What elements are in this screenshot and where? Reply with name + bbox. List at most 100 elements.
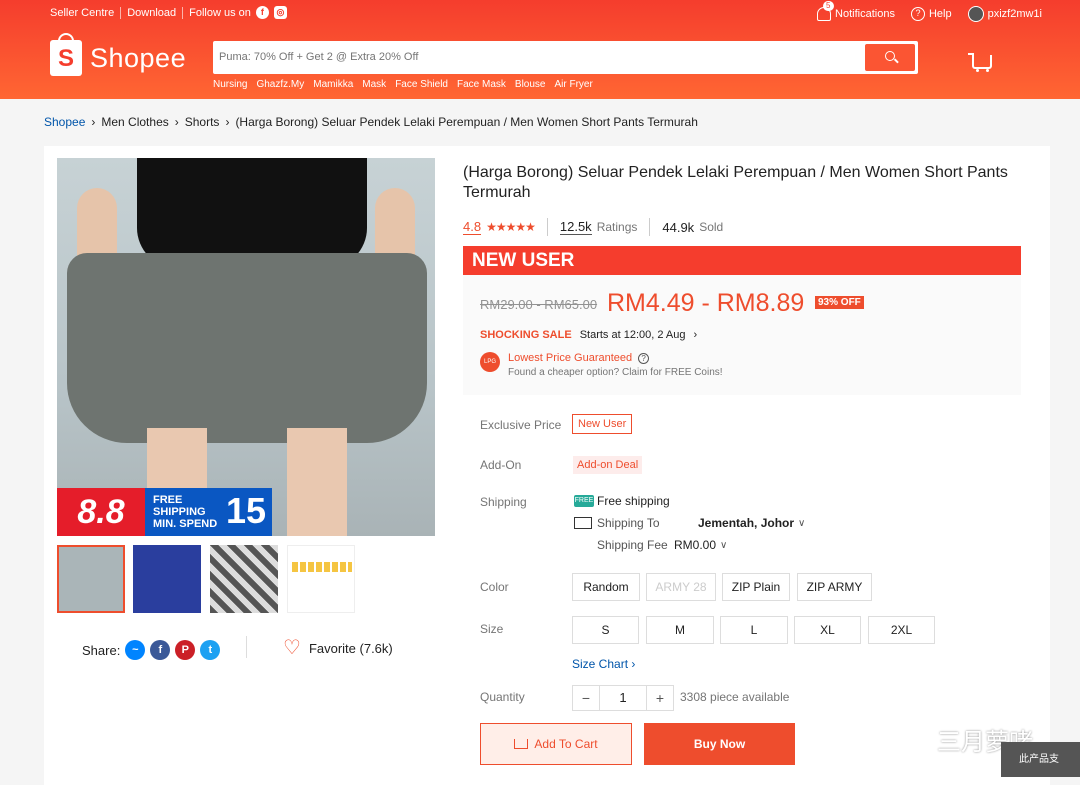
instagram-icon[interactable]: ◎: [273, 6, 287, 19]
breadcrumb-current: (Harga Borong) Seluar Pendek Lelaki Pere…: [235, 115, 698, 129]
shipping-fee-value[interactable]: RM0.00: [674, 538, 716, 552]
search-input[interactable]: [219, 45, 859, 69]
shipping-fee-label: Shipping Fee: [597, 538, 668, 552]
buy-now-button[interactable]: Buy Now: [644, 723, 795, 765]
add-to-cart-button[interactable]: Add To Cart: [480, 723, 632, 765]
size-option[interactable]: XL: [794, 616, 861, 644]
size-option[interactable]: M: [646, 616, 714, 644]
seller-centre-link[interactable]: Seller Centre: [50, 7, 114, 19]
question-icon[interactable]: ?: [638, 353, 650, 364]
search-hint[interactable]: Ghazfz.My: [256, 79, 304, 90]
logo-text: Shopee: [90, 42, 187, 73]
breadcrumb-item[interactable]: Shorts: [185, 115, 220, 129]
thumbnail-2[interactable]: [133, 545, 201, 613]
notifications-label: Notifications: [835, 8, 895, 20]
shocking-sale-label: SHOCKING SALE: [480, 329, 572, 341]
original-price: RM29.00 - RM65.00: [480, 297, 598, 312]
size-chart-label: Size Chart: [572, 657, 629, 671]
twitter-icon[interactable]: t: [200, 640, 221, 660]
decrease-button[interactable]: −: [572, 685, 600, 711]
thumbnail-1[interactable]: [57, 545, 125, 613]
search-hint[interactable]: Nursing: [213, 79, 247, 90]
search-hint[interactable]: Face Mask: [457, 79, 506, 90]
search-hint[interactable]: Mamikka: [313, 79, 353, 90]
chevron-down-icon[interactable]: ∨: [720, 540, 727, 551]
promo-free: FREE: [153, 494, 183, 506]
lowest-price-guarantee: LPG Lowest Price Guaranteed? Found a che…: [480, 352, 723, 378]
price-box: RM29.00 - RM65.00 RM4.49 - RM8.89 93% OF…: [463, 275, 1021, 395]
size-option[interactable]: L: [720, 616, 788, 644]
star-rating-icon: ★★★★★: [486, 220, 536, 234]
breadcrumb-item[interactable]: Men Clothes: [101, 115, 168, 129]
color-option[interactable]: ZIP ARMY: [797, 573, 872, 601]
notifications-link[interactable]: 5 Notifications: [817, 1, 895, 21]
new-user-tag: New User: [572, 414, 633, 434]
divider: [120, 6, 122, 19]
product-main-image[interactable]: 8.8 FREE SHIPPING MIN. SPEND 15: [57, 158, 435, 536]
chevron-right-icon: ›: [225, 115, 230, 129]
messenger-icon[interactable]: ~: [125, 640, 146, 660]
add-on-deal-tag[interactable]: Add-on Deal: [573, 456, 643, 474]
color-option[interactable]: Random: [572, 573, 640, 601]
chevron-down-icon[interactable]: ∨: [798, 518, 805, 529]
divider: [182, 6, 184, 19]
search-hints: Nursing Ghazfz.My Mamikka Mask Face Shie…: [213, 79, 593, 90]
help-label: Help: [928, 8, 952, 20]
stock-available: 3308 piece available: [680, 690, 790, 704]
size-option[interactable]: 2XL: [868, 616, 935, 644]
download-link[interactable]: Download: [127, 7, 176, 19]
thumbnail-3[interactable]: [210, 545, 278, 613]
shipping-to-value[interactable]: Jementah, Johor: [698, 516, 794, 530]
shopee-logo[interactable]: S Shopee: [50, 33, 187, 76]
thumbnail-4[interactable]: [287, 545, 355, 613]
sold-label: Sold: [699, 220, 724, 234]
color-option[interactable]: ZIP Plain: [722, 573, 790, 601]
shipping-to-row: Shipping To Jementah, Johor ∨: [574, 516, 805, 530]
search-hint[interactable]: Mask: [362, 79, 386, 90]
promo-min: MIN. SPEND: [153, 518, 218, 530]
search-hint[interactable]: Air Fryer: [554, 79, 592, 90]
favorite-button[interactable]: ♡ Favorite (7.6k): [283, 637, 393, 659]
search-button[interactable]: [865, 44, 915, 71]
size-chart-link[interactable]: Size Chart ›: [572, 657, 635, 671]
breadcrumb-home[interactable]: Shopee: [44, 115, 85, 129]
new-user-banner: NEW USER: [463, 246, 1021, 275]
account-menu[interactable]: pxizf2mw1i: [967, 6, 1042, 22]
color-option-disabled: ARMY 28: [646, 573, 716, 601]
cheaper-option-text: Found a cheaper option? Claim for FREE C…: [508, 367, 723, 378]
free-shipping-row: FREE Free shipping: [574, 494, 805, 508]
ratings-count[interactable]: 12.5k: [559, 219, 592, 235]
rating-value[interactable]: 4.8: [463, 219, 482, 235]
shocking-sale-row[interactable]: SHOCKING SALE Starts at 12:00, 2 Aug ›: [480, 329, 697, 341]
facebook-icon[interactable]: f: [255, 6, 269, 19]
pinterest-icon[interactable]: P: [175, 640, 196, 660]
lowest-price-label: Lowest Price Guaranteed: [508, 352, 633, 364]
floating-chip[interactable]: 此产品支: [1001, 742, 1080, 777]
chevron-right-icon: ›: [174, 115, 179, 129]
search-bar: [213, 41, 918, 74]
leg-shape: [287, 428, 347, 536]
breadcrumb: Shopee › Men Clothes › Shorts › (Harga B…: [44, 115, 698, 129]
shopping-bag-icon: S: [50, 33, 82, 76]
search-hint[interactable]: Face Shield: [395, 79, 448, 90]
quantity-input[interactable]: 1: [600, 685, 646, 711]
increase-button[interactable]: +: [646, 685, 674, 711]
topbar-right: 5 Notifications ? Help pxizf2mw1i: [817, 1, 1042, 22]
cart-icon[interactable]: [968, 53, 992, 72]
sold-count: 44.9k: [662, 219, 695, 235]
chevron-right-icon: ›: [91, 115, 96, 129]
notification-badge: 5: [823, 1, 834, 11]
search-hint[interactable]: Blouse: [515, 79, 546, 90]
shirt-shape: [137, 158, 367, 268]
help-icon: ?: [910, 7, 925, 21]
facebook-share-icon[interactable]: f: [150, 640, 171, 660]
share-row: Share: ~ f P t: [82, 640, 221, 660]
promo-shipping: SHIPPING: [153, 506, 206, 518]
size-option[interactable]: S: [572, 616, 639, 644]
help-link[interactable]: ? Help: [910, 7, 952, 21]
price-guarantee-icon: LPG: [480, 352, 500, 372]
header: Seller Centre Download Follow us on f ◎ …: [0, 0, 1080, 99]
heart-icon: ♡: [283, 637, 301, 659]
shorts-shape: [67, 253, 427, 443]
truck-icon: [574, 517, 592, 529]
